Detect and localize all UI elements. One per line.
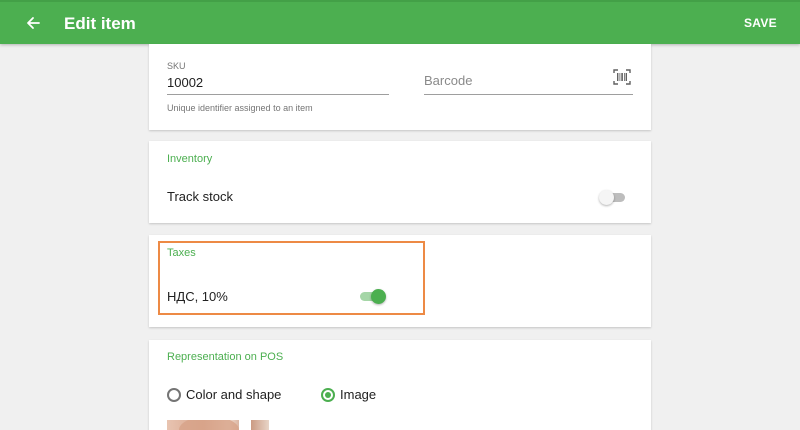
track-stock-toggle[interactable] (599, 188, 627, 206)
barcode-underline (424, 94, 633, 95)
tax-item-toggle[interactable] (358, 287, 386, 305)
radio-label: Color and shape (186, 387, 282, 402)
taxes-card: Taxes НДС, 10% (149, 235, 651, 327)
sku-field[interactable]: 10002 (167, 75, 203, 90)
track-stock-label: Track stock (167, 189, 233, 204)
sku-underline (167, 94, 389, 95)
inventory-section-title: Inventory (167, 153, 213, 165)
page-title: Edit item (64, 14, 136, 33)
toggle-thumb (599, 190, 614, 205)
photo-face (179, 420, 239, 430)
inventory-card: Inventory Track stock (149, 141, 651, 223)
taxes-section-title: Taxes (167, 247, 196, 259)
photo-gap (239, 420, 251, 430)
representation-card: Representation on POS Color and shape Im… (149, 340, 651, 430)
save-button[interactable]: SAVE (744, 16, 777, 30)
radio-unchecked-icon (167, 387, 181, 402)
arrow-left-icon (27, 17, 40, 29)
radio-label: Image (340, 387, 377, 402)
tax-item-label: НДС, 10% (167, 289, 228, 304)
representation-section-title: Representation on POS (167, 351, 284, 363)
identity-card: SKU 10002 Unique identifier assigned to … (149, 44, 651, 130)
barcode-field[interactable] (424, 73, 610, 88)
app-bar: Edit item SAVE (0, 0, 800, 44)
radio-checked-icon (321, 387, 335, 402)
radio-option-color-and-shape[interactable]: Color and shape (167, 387, 281, 402)
sku-helper-text: Unique identifier assigned to an item (167, 103, 313, 113)
barcode-scan-icon[interactable] (613, 69, 631, 85)
radio-option-image[interactable]: Image (321, 387, 376, 402)
sku-label: SKU (167, 61, 186, 71)
toggle-thumb (371, 289, 386, 304)
item-image-thumbnail[interactable] (167, 420, 269, 430)
back-button[interactable] (20, 10, 46, 36)
